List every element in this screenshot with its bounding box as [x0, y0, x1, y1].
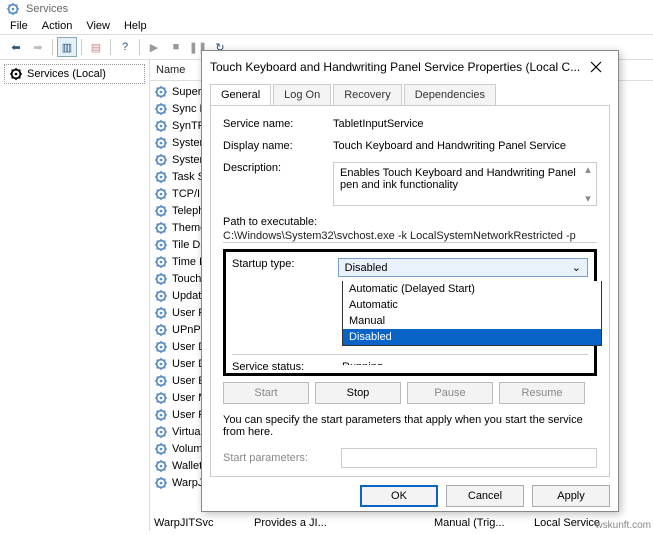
- dialog-button-row: OK Cancel Apply: [202, 477, 618, 515]
- startup-option[interactable]: Automatic: [343, 297, 601, 313]
- service-control-buttons: Start Stop Pause Resume: [223, 382, 597, 404]
- gear-icon: [154, 442, 168, 456]
- menu-file[interactable]: File: [10, 20, 28, 32]
- pause-button: Pause: [407, 382, 493, 404]
- show-hide-tree-button[interactable]: ▥: [57, 37, 77, 57]
- menu-help[interactable]: Help: [124, 20, 147, 32]
- service-status-value: Running: [342, 361, 383, 365]
- startup-type-value: Disabled: [345, 262, 388, 274]
- display-name-label: Display name:: [223, 140, 333, 152]
- dialog-title-bar: Touch Keyboard and Handwriting Panel Ser…: [202, 51, 618, 83]
- display-name-value: Touch Keyboard and Handwriting Panel Ser…: [333, 140, 597, 152]
- gear-icon: [154, 340, 168, 354]
- help-button[interactable]: ?: [115, 37, 135, 57]
- chevron-down-icon: ⌄: [572, 261, 581, 274]
- gear-icon: [154, 425, 168, 439]
- path-value: C:\Windows\System32\svchost.exe -k Local…: [223, 230, 597, 243]
- tab-general[interactable]: General: [210, 84, 271, 106]
- tab-logon[interactable]: Log On: [273, 84, 331, 106]
- startup-type-combo[interactable]: Disabled ⌄: [338, 258, 588, 277]
- stop-button[interactable]: Stop: [315, 382, 401, 404]
- gear-icon: [154, 323, 168, 337]
- gear-icon: [154, 476, 168, 490]
- gear-icon: [154, 306, 168, 320]
- cancel-button[interactable]: Cancel: [446, 485, 524, 507]
- gear-icon: [154, 102, 168, 116]
- service-name-label: Service name:: [223, 118, 333, 130]
- forward-button[interactable]: ➡: [28, 37, 48, 57]
- gear-icon: [154, 119, 168, 133]
- tab-strip: General Log On Recovery Dependencies: [202, 83, 618, 105]
- startup-type-dropdown[interactable]: Automatic (Delayed Start)AutomaticManual…: [342, 281, 602, 346]
- gear-icon: [154, 187, 168, 201]
- close-button[interactable]: [582, 57, 610, 77]
- service-name-value: TabletInputService: [333, 118, 597, 130]
- gear-icon: [154, 272, 168, 286]
- description-label: Description:: [223, 162, 333, 206]
- gear-icon: [154, 85, 168, 99]
- tree-pane: Services (Local): [0, 60, 150, 531]
- startup-type-label: Startup type:: [232, 258, 338, 277]
- close-icon: [590, 61, 602, 73]
- path-label: Path to executable:: [223, 216, 597, 228]
- detail-row: WarpJITSvc Provides a JI... Manual (Trig…: [150, 517, 653, 529]
- gear-icon: [154, 238, 168, 252]
- service-status-label: Service status:: [232, 361, 342, 373]
- start-params-input: [341, 448, 597, 468]
- dialog-title: Touch Keyboard and Handwriting Panel Ser…: [210, 60, 582, 74]
- tab-recovery[interactable]: Recovery: [333, 84, 401, 106]
- menu-view[interactable]: View: [86, 20, 110, 32]
- app-icon: [6, 2, 20, 16]
- description-scrollbar[interactable]: ▴▾: [580, 163, 596, 205]
- gear-icon: [9, 67, 23, 81]
- window-title: Services: [26, 3, 68, 15]
- watermark: wskunft.com: [595, 520, 651, 531]
- window-title-bar: Services: [0, 0, 653, 18]
- apply-button[interactable]: Apply: [532, 485, 610, 507]
- startup-option[interactable]: Disabled: [343, 329, 601, 345]
- tree-node-label: Services (Local): [27, 68, 106, 80]
- gear-icon: [154, 153, 168, 167]
- ok-button[interactable]: OK: [360, 485, 438, 507]
- gear-icon: [154, 357, 168, 371]
- tree-node-services-local[interactable]: Services (Local): [4, 64, 145, 84]
- startup-section: Startup type: Disabled ⌄ Automatic (Dela…: [223, 249, 597, 376]
- gear-icon: [154, 136, 168, 150]
- gear-icon: [154, 221, 168, 235]
- start-params-hint: You can specify the start parameters tha…: [223, 414, 597, 438]
- gear-icon: [154, 459, 168, 473]
- menu-bar: File Action View Help: [0, 18, 653, 34]
- gear-icon: [154, 391, 168, 405]
- startup-option[interactable]: Manual: [343, 313, 601, 329]
- tab-body-general: Service name: TabletInputService Display…: [210, 105, 610, 477]
- tab-dependencies[interactable]: Dependencies: [404, 84, 496, 106]
- gear-icon: [154, 170, 168, 184]
- back-button[interactable]: ⬅: [6, 37, 26, 57]
- stop-tb-button[interactable]: ■: [166, 37, 186, 57]
- export-button[interactable]: ▤: [86, 37, 106, 57]
- gear-icon: [154, 374, 168, 388]
- properties-dialog: Touch Keyboard and Handwriting Panel Ser…: [201, 50, 619, 512]
- gear-icon: [154, 408, 168, 422]
- gear-icon: [154, 289, 168, 303]
- description-value: Enables Touch Keyboard and Handwriting P…: [333, 162, 597, 206]
- gear-icon: [154, 255, 168, 269]
- start-params-label: Start parameters:: [223, 452, 333, 464]
- start-button: Start: [223, 382, 309, 404]
- menu-action[interactable]: Action: [42, 20, 73, 32]
- gear-icon: [154, 204, 168, 218]
- resume-button: Resume: [499, 382, 585, 404]
- startup-option[interactable]: Automatic (Delayed Start): [343, 281, 601, 297]
- play-button[interactable]: ▶: [144, 37, 164, 57]
